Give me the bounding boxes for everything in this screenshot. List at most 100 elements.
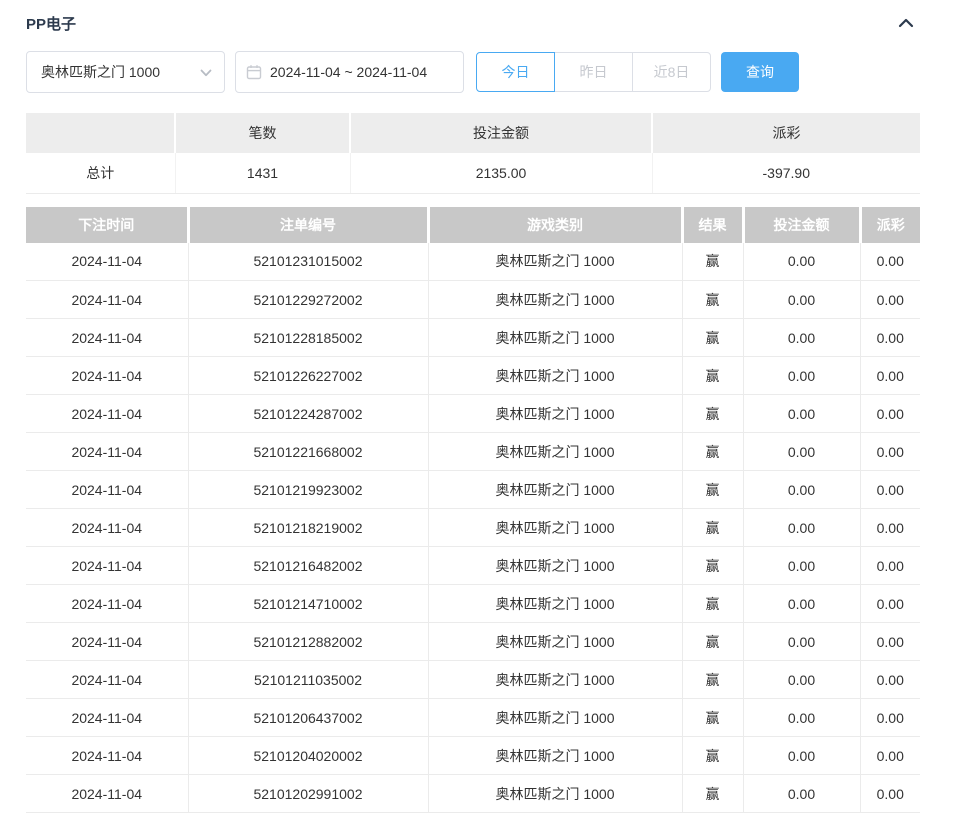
cell-payout: 0.00 [860,357,920,395]
cell-bet-amount: 0.00 [743,585,860,623]
date-range-value: 2024-11-04 ~ 2024-11-04 [270,64,427,80]
cell-order-no: 52101214710002 [188,585,428,623]
cell-bet-amount: 0.00 [743,699,860,737]
calendar-icon [246,64,262,80]
records-table: 下注时间 注单编号 游戏类别 结果 投注金额 派彩 2024-11-045210… [26,207,920,814]
cell-bet-amount: 0.00 [743,623,860,661]
cell-order-no: 52101229272002 [188,281,428,319]
chevron-up-icon [898,16,914,31]
summary-header-blank [26,113,175,153]
quick-btn-today[interactable]: 今日 [476,52,555,92]
table-row: 2024-11-0452101212882002奥林匹斯之门 1000赢0.00… [26,623,920,661]
table-row: 2024-11-0452101214710002奥林匹斯之门 1000赢0.00… [26,585,920,623]
cell-result: 赢 [682,395,743,433]
date-range-picker[interactable]: 2024-11-04 ~ 2024-11-04 [235,51,464,93]
cell-bet-amount: 0.00 [743,319,860,357]
cell-game: 奥林匹斯之门 1000 [428,623,682,661]
cell-result: 赢 [682,319,743,357]
filter-bar: 奥林匹斯之门 1000 2024-11-04 ~ 2024-11-04 今日 昨… [26,51,920,93]
table-row: 2024-11-0452101224287002奥林匹斯之门 1000赢0.00… [26,395,920,433]
summary-total-count: 1431 [175,153,350,193]
cell-date: 2024-11-04 [26,661,188,699]
pp-electronic-panel: PP电子 奥林匹斯之门 1000 2024-11-04 ~ [26,0,920,813]
cell-order-no: 52101219923002 [188,471,428,509]
cell-result: 赢 [682,775,743,813]
cell-game: 奥林匹斯之门 1000 [428,737,682,775]
table-row: 2024-11-0452101204020002奥林匹斯之门 1000赢0.00… [26,737,920,775]
search-button[interactable]: 查询 [721,52,799,92]
cell-date: 2024-11-04 [26,699,188,737]
cell-result: 赢 [682,471,743,509]
caret-down-icon [200,64,212,80]
cell-result: 赢 [682,585,743,623]
cell-date: 2024-11-04 [26,509,188,547]
collapse-button[interactable] [896,14,916,33]
cell-payout: 0.00 [860,471,920,509]
cell-order-no: 52101204020002 [188,737,428,775]
cell-result: 赢 [682,699,743,737]
summary-header-payout: 派彩 [652,113,920,153]
table-row: 2024-11-0452101211035002奥林匹斯之门 1000赢0.00… [26,661,920,699]
table-row: 2024-11-0452101229272002奥林匹斯之门 1000赢0.00… [26,281,920,319]
cell-payout: 0.00 [860,547,920,585]
header-payout: 派彩 [860,207,920,243]
cell-date: 2024-11-04 [26,775,188,813]
table-row: 2024-11-0452101228185002奥林匹斯之门 1000赢0.00… [26,319,920,357]
summary-total-row: 总计 1431 2135.00 -397.90 [26,153,920,193]
quick-range-group: 今日 昨日 近8日 [476,52,711,92]
cell-payout: 0.00 [860,737,920,775]
cell-bet-amount: 0.00 [743,433,860,471]
cell-game: 奥林匹斯之门 1000 [428,661,682,699]
records-body: 2024-11-0452101231015002奥林匹斯之门 1000赢0.00… [26,243,920,813]
cell-order-no: 52101228185002 [188,319,428,357]
cell-bet-amount: 0.00 [743,281,860,319]
cell-date: 2024-11-04 [26,471,188,509]
summary-header-bet-amount: 投注金额 [350,113,652,153]
cell-game: 奥林匹斯之门 1000 [428,509,682,547]
cell-order-no: 52101221668002 [188,433,428,471]
cell-payout: 0.00 [860,585,920,623]
cell-result: 赢 [682,243,743,281]
cell-result: 赢 [682,509,743,547]
cell-date: 2024-11-04 [26,433,188,471]
table-row: 2024-11-0452101216482002奥林匹斯之门 1000赢0.00… [26,547,920,585]
table-row: 2024-11-0452101226227002奥林匹斯之门 1000赢0.00… [26,357,920,395]
cell-bet-amount: 0.00 [743,243,860,281]
cell-bet-amount: 0.00 [743,737,860,775]
cell-payout: 0.00 [860,775,920,813]
cell-result: 赢 [682,737,743,775]
table-row: 2024-11-0452101231015002奥林匹斯之门 1000赢0.00… [26,243,920,281]
cell-date: 2024-11-04 [26,547,188,585]
cell-order-no: 52101206437002 [188,699,428,737]
cell-bet-amount: 0.00 [743,471,860,509]
cell-bet-amount: 0.00 [743,547,860,585]
header-game-type: 游戏类别 [428,207,682,243]
cell-payout: 0.00 [860,509,920,547]
cell-game: 奥林匹斯之门 1000 [428,281,682,319]
cell-payout: 0.00 [860,281,920,319]
cell-order-no: 52101224287002 [188,395,428,433]
cell-order-no: 52101226227002 [188,357,428,395]
summary-total-bet-amount: 2135.00 [350,153,652,193]
cell-order-no: 52101216482002 [188,547,428,585]
quick-btn-yesterday[interactable]: 昨日 [554,52,633,92]
game-select[interactable]: 奥林匹斯之门 1000 [26,51,225,93]
quick-btn-last8days[interactable]: 近8日 [632,52,711,92]
cell-result: 赢 [682,357,743,395]
cell-date: 2024-11-04 [26,737,188,775]
cell-game: 奥林匹斯之门 1000 [428,585,682,623]
cell-result: 赢 [682,433,743,471]
cell-bet-amount: 0.00 [743,775,860,813]
cell-payout: 0.00 [860,319,920,357]
cell-date: 2024-11-04 [26,395,188,433]
header-result: 结果 [682,207,743,243]
cell-game: 奥林匹斯之门 1000 [428,471,682,509]
cell-order-no: 52101211035002 [188,661,428,699]
summary-total-payout: -397.90 [652,153,920,193]
table-row: 2024-11-0452101202991002奥林匹斯之门 1000赢0.00… [26,775,920,813]
cell-game: 奥林匹斯之门 1000 [428,319,682,357]
page-title: PP电子 [26,13,76,34]
cell-game: 奥林匹斯之门 1000 [428,395,682,433]
cell-game: 奥林匹斯之门 1000 [428,243,682,281]
cell-bet-amount: 0.00 [743,509,860,547]
